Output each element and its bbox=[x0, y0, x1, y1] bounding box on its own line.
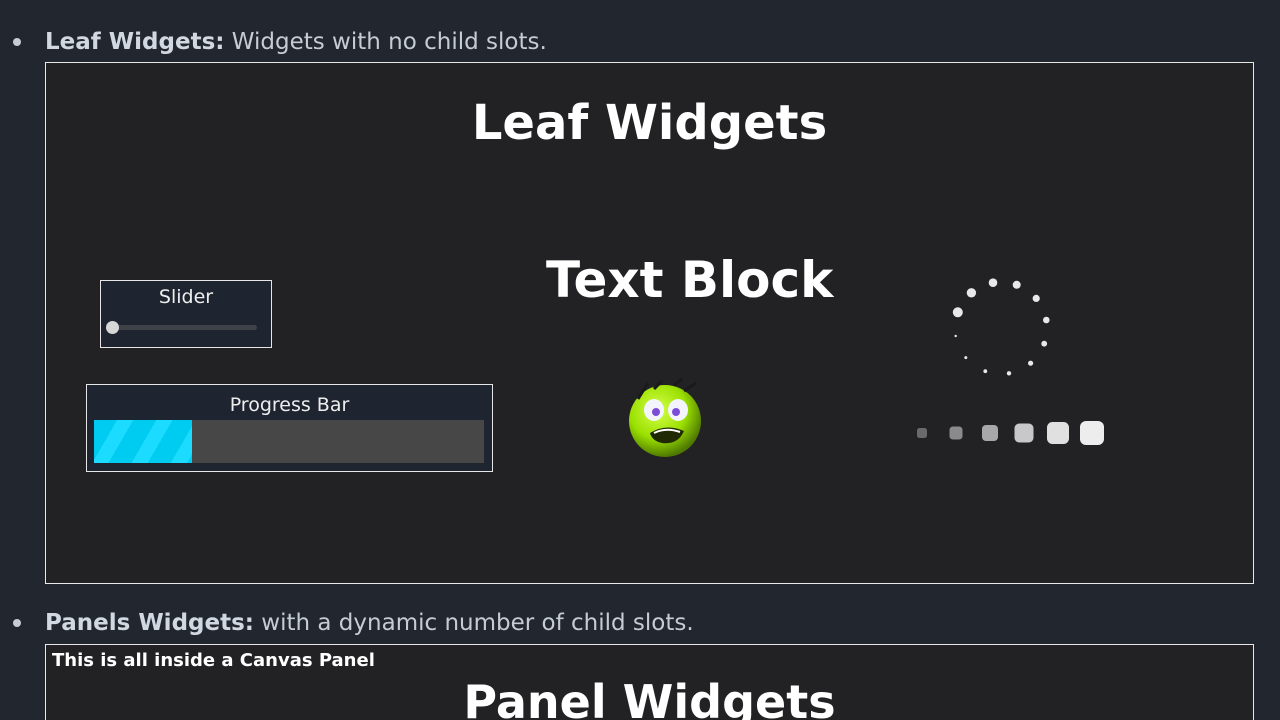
throbber-dot bbox=[954, 334, 957, 338]
panel-title: Leaf Widgets bbox=[471, 95, 828, 151]
throbber-dot bbox=[1041, 340, 1048, 347]
throbber-dot bbox=[964, 356, 968, 360]
leaf-widgets-panel: Leaf Widgets Slider Progress Bar Text Bl… bbox=[45, 62, 1254, 584]
progress-bar-fill bbox=[94, 420, 192, 463]
slider-widget: Slider bbox=[100, 280, 272, 348]
bullet-description: Widgets with no child slots. bbox=[231, 29, 547, 55]
panel-title: Panel Widgets bbox=[463, 675, 836, 720]
throbber-dot bbox=[1006, 371, 1012, 376]
throbber-dot bbox=[1043, 316, 1050, 324]
bullet-term: Panels Widgets: bbox=[45, 610, 254, 636]
throbber-square bbox=[982, 425, 998, 441]
progress-bar-widget: Progress Bar bbox=[86, 384, 493, 472]
throbber-dot bbox=[988, 278, 998, 287]
throbber-dot bbox=[966, 288, 977, 298]
throbber-square bbox=[1014, 423, 1034, 443]
throbber-square bbox=[949, 426, 963, 440]
bullet-term: Leaf Widgets: bbox=[45, 29, 225, 55]
throbber-dots-icon bbox=[917, 421, 1104, 445]
progress-bar-track bbox=[94, 420, 484, 463]
slider-thumb[interactable] bbox=[106, 321, 119, 334]
throbber-dot bbox=[1012, 280, 1021, 289]
bullet-text: Panels Widgets: with a dynamic number of… bbox=[45, 610, 694, 636]
panel-caption: This is all inside a Canvas Panel bbox=[52, 650, 375, 671]
throbber-circular-icon bbox=[952, 278, 1050, 376]
bullet-dot bbox=[13, 38, 21, 46]
throbber-square bbox=[1047, 422, 1069, 444]
slider-label: Slider bbox=[158, 286, 214, 308]
throbber-dot bbox=[1028, 360, 1034, 366]
throbber-dot bbox=[983, 369, 988, 374]
panel-widgets-panel: This is all inside a Canvas Panel Panel … bbox=[45, 644, 1254, 720]
throbber-square bbox=[1080, 421, 1104, 445]
throbber-dot bbox=[1032, 294, 1040, 302]
throbber-dot bbox=[952, 307, 963, 318]
emoji-face-icon bbox=[629, 377, 701, 457]
text-block: Text Block bbox=[546, 251, 834, 309]
throbber-square bbox=[917, 428, 927, 438]
slider-track[interactable] bbox=[113, 325, 257, 330]
bullet-description: with a dynamic number of child slots. bbox=[261, 610, 694, 636]
progress-bar-label: Progress Bar bbox=[229, 394, 350, 416]
bullet-dot bbox=[13, 619, 21, 627]
bullet-text: Leaf Widgets: Widgets with no child slot… bbox=[45, 29, 547, 55]
